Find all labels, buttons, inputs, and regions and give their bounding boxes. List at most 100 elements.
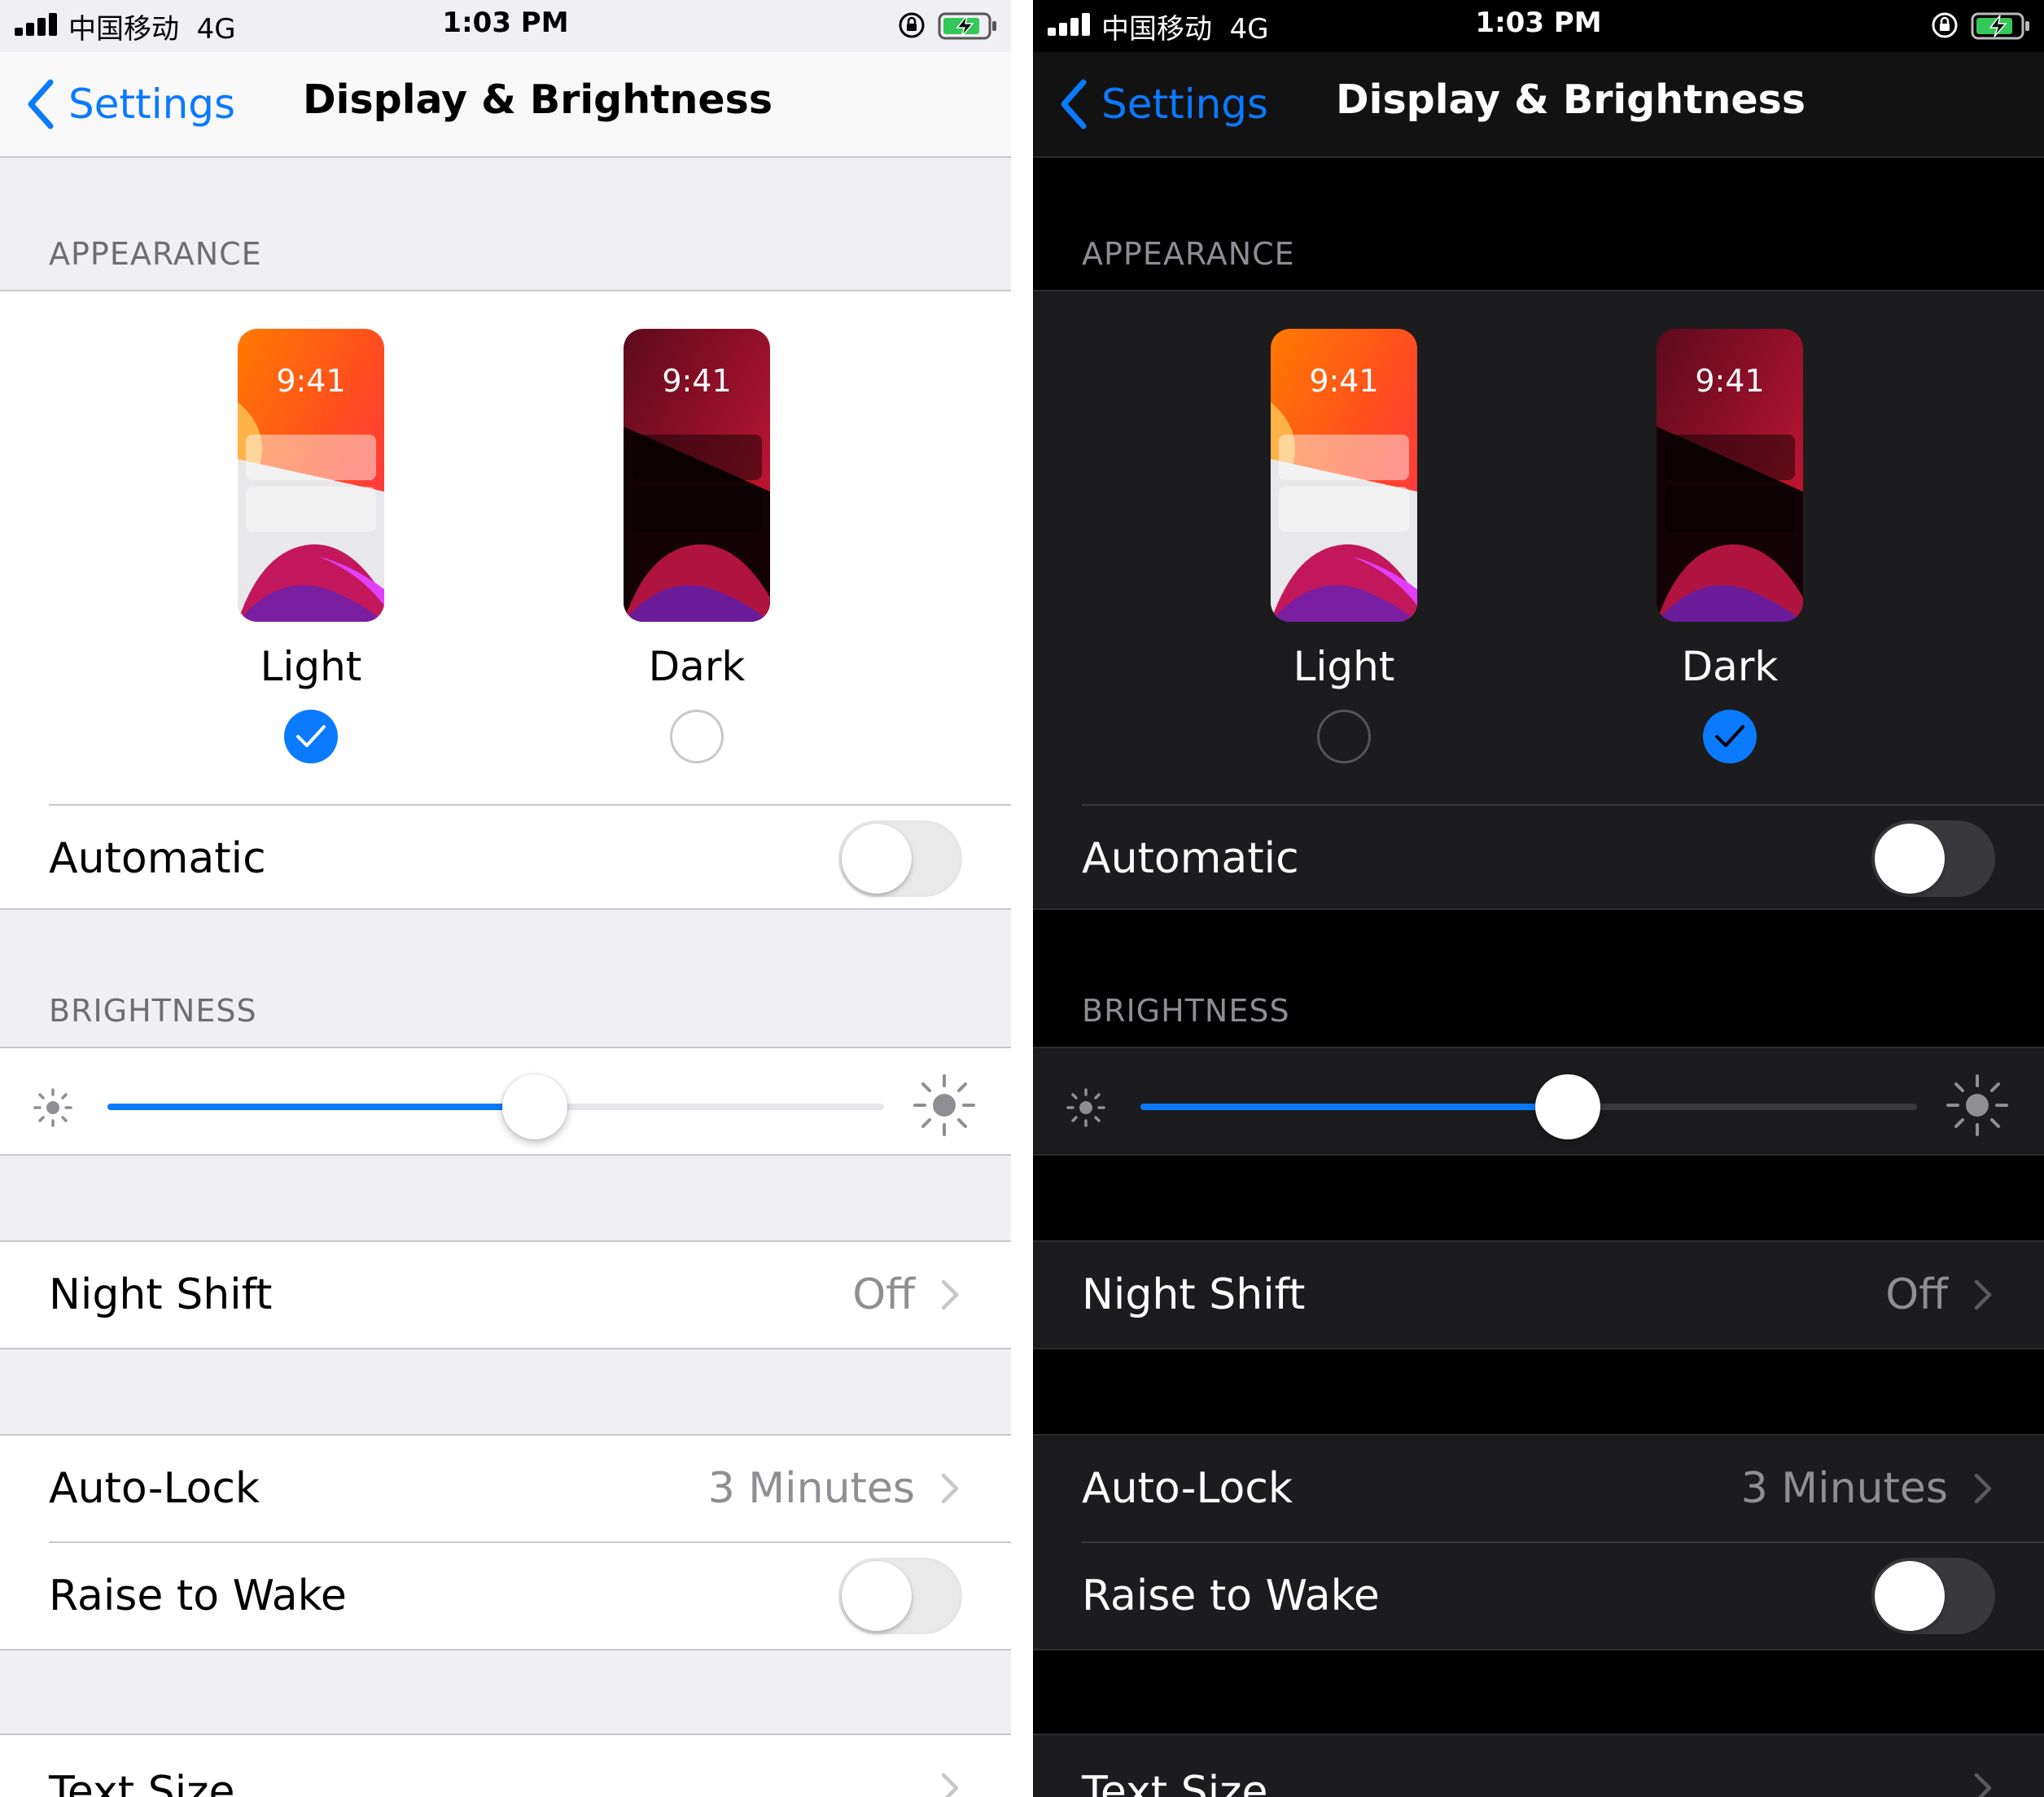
- automatic-label: Automatic: [1082, 834, 1299, 883]
- night-shift-row[interactable]: Night Shift Off: [0, 1242, 1011, 1348]
- brightness-group: [0, 1047, 1011, 1156]
- raise-to-wake-row: Raise to Wake: [0, 1543, 1011, 1649]
- light-mode-option[interactable]: 9:41 Light: [238, 329, 384, 763]
- status-time: 1:03 PM: [442, 7, 569, 39]
- dark-mode-option[interactable]: 9:41 Dark: [624, 329, 770, 763]
- status-time: 1:03 PM: [1475, 7, 1602, 39]
- auto-lock-value: 3 Minutes: [707, 1464, 915, 1513]
- automatic-toggle[interactable]: [838, 820, 962, 897]
- brightness-slider[interactable]: [1140, 1104, 1917, 1110]
- back-chevron-icon: [28, 79, 54, 129]
- raise-to-wake-toggle[interactable]: [838, 1558, 962, 1634]
- battery-charging-icon: [938, 12, 996, 40]
- page-title: Display & Brightness: [1336, 77, 1805, 123]
- dark-label: Dark: [648, 643, 746, 690]
- auto-lock-row[interactable]: Auto-Lock 3 Minutes: [1033, 1436, 2044, 1541]
- auto-lock-row[interactable]: Auto-Lock 3 Minutes: [0, 1436, 1011, 1541]
- appearance-group: 9:41 Light 9:41 Dark Automatic: [0, 290, 1011, 910]
- dark-radio[interactable]: [1703, 710, 1757, 763]
- preview-time: 9:41: [1695, 363, 1765, 399]
- text-size-label: Text Size: [49, 1768, 235, 1797]
- back-button[interactable]: Settings: [1057, 73, 1268, 135]
- appearance-header: APPEARANCE: [1082, 236, 1295, 272]
- back-button[interactable]: Settings: [24, 73, 235, 135]
- night-shift-group: Night Shift Off: [1033, 1240, 2044, 1349]
- dark-preview: 9:41: [624, 329, 770, 622]
- dark-mode-option[interactable]: 9:41 Dark: [1657, 329, 1803, 763]
- back-chevron-icon: [1061, 79, 1087, 129]
- brightness-slider[interactable]: [107, 1104, 884, 1110]
- raise-to-wake-label: Raise to Wake: [1082, 1572, 1380, 1620]
- slider-fill: [107, 1104, 535, 1110]
- text-size-row[interactable]: Text Size: [1033, 1735, 2044, 1797]
- text-size-label: Text Size: [1082, 1768, 1268, 1797]
- night-shift-row[interactable]: Night Shift Off: [1033, 1242, 2044, 1348]
- toggle-knob: [842, 1561, 912, 1631]
- page-title: Display & Brightness: [303, 77, 773, 123]
- orientation-lock-icon: [899, 12, 925, 38]
- night-shift-value: Off: [852, 1270, 915, 1319]
- slider-thumb[interactable]: [501, 1074, 567, 1139]
- light-radio[interactable]: [284, 710, 338, 763]
- auto-lock-label: Auto-Lock: [49, 1464, 260, 1513]
- sun-large-icon: [1946, 1074, 2008, 1136]
- dark-radio[interactable]: [670, 710, 724, 763]
- toggle-knob: [842, 824, 912, 894]
- light-radio[interactable]: [1317, 710, 1371, 763]
- lock-group: Auto-Lock 3 Minutes Raise to Wake: [0, 1434, 1011, 1651]
- chevron-right-icon: [1974, 1473, 1992, 1504]
- night-shift-group: Night Shift Off: [0, 1240, 1011, 1349]
- dark-preview: 9:41: [1657, 329, 1803, 622]
- checkmark-icon: [296, 725, 326, 747]
- automatic-row: Automatic: [1033, 806, 2044, 912]
- battery-charging-icon: [1971, 12, 2029, 40]
- automatic-row: Automatic: [0, 806, 1011, 912]
- night-shift-label: Night Shift: [49, 1270, 273, 1319]
- automatic-toggle[interactable]: [1871, 820, 1995, 897]
- status-bar: 中国移动 4G 1:03 PM: [0, 0, 1011, 52]
- brightness-header: BRIGHTNESS: [49, 993, 257, 1029]
- slider-thumb[interactable]: [1534, 1074, 1600, 1139]
- night-shift-value: Off: [1885, 1270, 1948, 1319]
- light-preview: 9:41: [1271, 329, 1417, 622]
- text-size-group: Text Size: [1033, 1734, 2044, 1797]
- checkmark-icon: [1715, 725, 1744, 747]
- raise-to-wake-label: Raise to Wake: [49, 1572, 347, 1620]
- chevron-right-icon: [1974, 1279, 1992, 1310]
- toggle-knob: [1875, 824, 1945, 894]
- preview-time: 9:41: [1309, 363, 1379, 399]
- sun-small-icon: [1066, 1088, 1105, 1127]
- text-size-group: Text Size: [0, 1734, 1011, 1797]
- brightness-header: BRIGHTNESS: [1082, 993, 1290, 1029]
- back-label: Settings: [68, 81, 236, 128]
- chevron-right-icon: [941, 1773, 959, 1797]
- light-label: Light: [1293, 643, 1395, 690]
- toggle-knob: [1875, 1561, 1945, 1631]
- preview-time: 9:41: [662, 363, 732, 399]
- sun-small-icon: [33, 1088, 72, 1127]
- automatic-label: Automatic: [49, 834, 266, 883]
- text-size-row[interactable]: Text Size: [0, 1735, 1011, 1797]
- status-bar: 中国移动 4G 1:03 PM: [1033, 0, 2044, 52]
- dark-label: Dark: [1681, 643, 1779, 690]
- brightness-group: [1033, 1047, 2044, 1156]
- dark-mode-screen: 中国移动 4G 1:03 PM Settings Display & Brigh…: [1033, 0, 2044, 1797]
- light-mode-option[interactable]: 9:41 Light: [1271, 329, 1417, 763]
- auto-lock-value: 3 Minutes: [1740, 1464, 1948, 1513]
- raise-to-wake-toggle[interactable]: [1871, 1558, 1995, 1634]
- appearance-header: APPEARANCE: [49, 236, 262, 272]
- lock-group: Auto-Lock 3 Minutes Raise to Wake: [1033, 1434, 2044, 1651]
- orientation-lock-icon: [1932, 12, 1958, 38]
- light-preview: 9:41: [238, 329, 384, 622]
- light-mode-screen: 中国移动 4G 1:03 PM Settings Display & Brigh…: [0, 0, 1011, 1797]
- appearance-group: 9:41 Light 9:41 Dark Automatic: [1033, 290, 2044, 910]
- preview-time: 9:41: [276, 363, 346, 399]
- auto-lock-label: Auto-Lock: [1082, 1464, 1293, 1513]
- back-label: Settings: [1101, 81, 1269, 128]
- chevron-right-icon: [1974, 1773, 1992, 1797]
- chevron-right-icon: [941, 1279, 959, 1310]
- navigation-bar: Settings Display & Brightness: [1033, 52, 2044, 158]
- night-shift-label: Night Shift: [1082, 1270, 1306, 1319]
- navigation-bar: Settings Display & Brightness: [0, 52, 1011, 158]
- sun-large-icon: [913, 1074, 975, 1136]
